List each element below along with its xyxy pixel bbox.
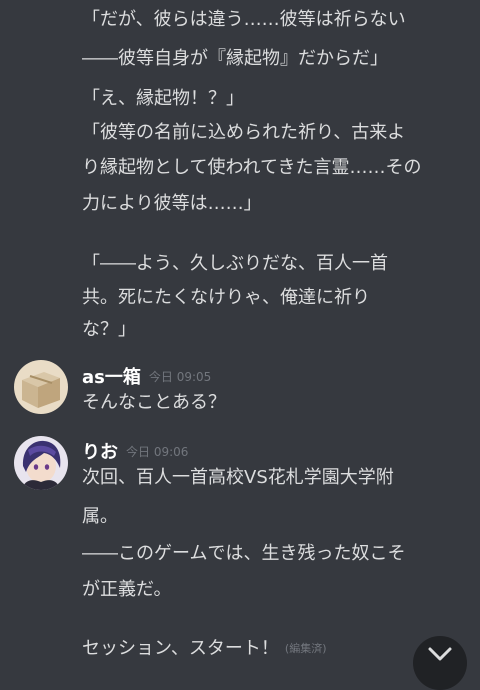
username[interactable]: りお [82,442,118,463]
message-line: 力により彼等は……」 [82,193,262,214]
message-line: 「――よう、久しぶりだな、百人一首 [82,253,388,274]
message-timestamp: 今日 09:05 [148,370,212,384]
chevron-down-icon [427,646,453,666]
message-text: セッション、スタート！ [82,638,279,659]
username[interactable]: as一箱 [82,367,141,388]
message-line: り縁起物として使われてきた言霊……その [82,157,422,178]
message-line: 次回、百人一首高校VS花札学園大学附 [82,467,394,488]
message-group: as一箱 今日 09:05 そんなことある？ [0,358,480,418]
message-line: 「え、縁起物！？」 [82,88,244,109]
message-line: 「彼等の名前に込められた祈り、古来よ [82,122,406,143]
message-group: りお 今日 09:06 次回、百人一首高校VS花札学園大学附 属。 ――このゲーム… [0,432,480,680]
cardboard-box-avatar[interactable] [14,360,68,414]
message-line: な？」 [82,319,136,340]
message-author[interactable]: りお 今日 09:06 [82,441,188,464]
message-timestamp: 今日 09:06 [126,445,189,459]
message-line: 共。死にたくなけりゃ、俺達に祈り [82,287,370,308]
message-line: ――このゲームでは、生き残った奴こそ [82,543,406,564]
message-line: ――彼等自身が『縁起物』だからだ」 [82,48,388,69]
anime-character-avatar[interactable] [14,436,68,490]
message-line: 属。 [82,506,118,527]
message-line: セッション、スタート！ (編集済) [82,637,327,661]
jump-to-present-button[interactable] [413,636,467,690]
edited-label: (編集済) [284,642,327,655]
message-line: そんなことある？ [82,392,226,413]
chat-messages-area[interactable]: 「だが、彼らは違う……彼等は祈らない ――彼等自身が『縁起物』だからだ」 「え、… [0,0,480,690]
message-author[interactable]: as一箱 今日 09:05 [82,366,211,389]
message-line: が正義だ。 [82,579,172,600]
message-line: 「だが、彼らは違う……彼等は祈らない [82,9,406,30]
